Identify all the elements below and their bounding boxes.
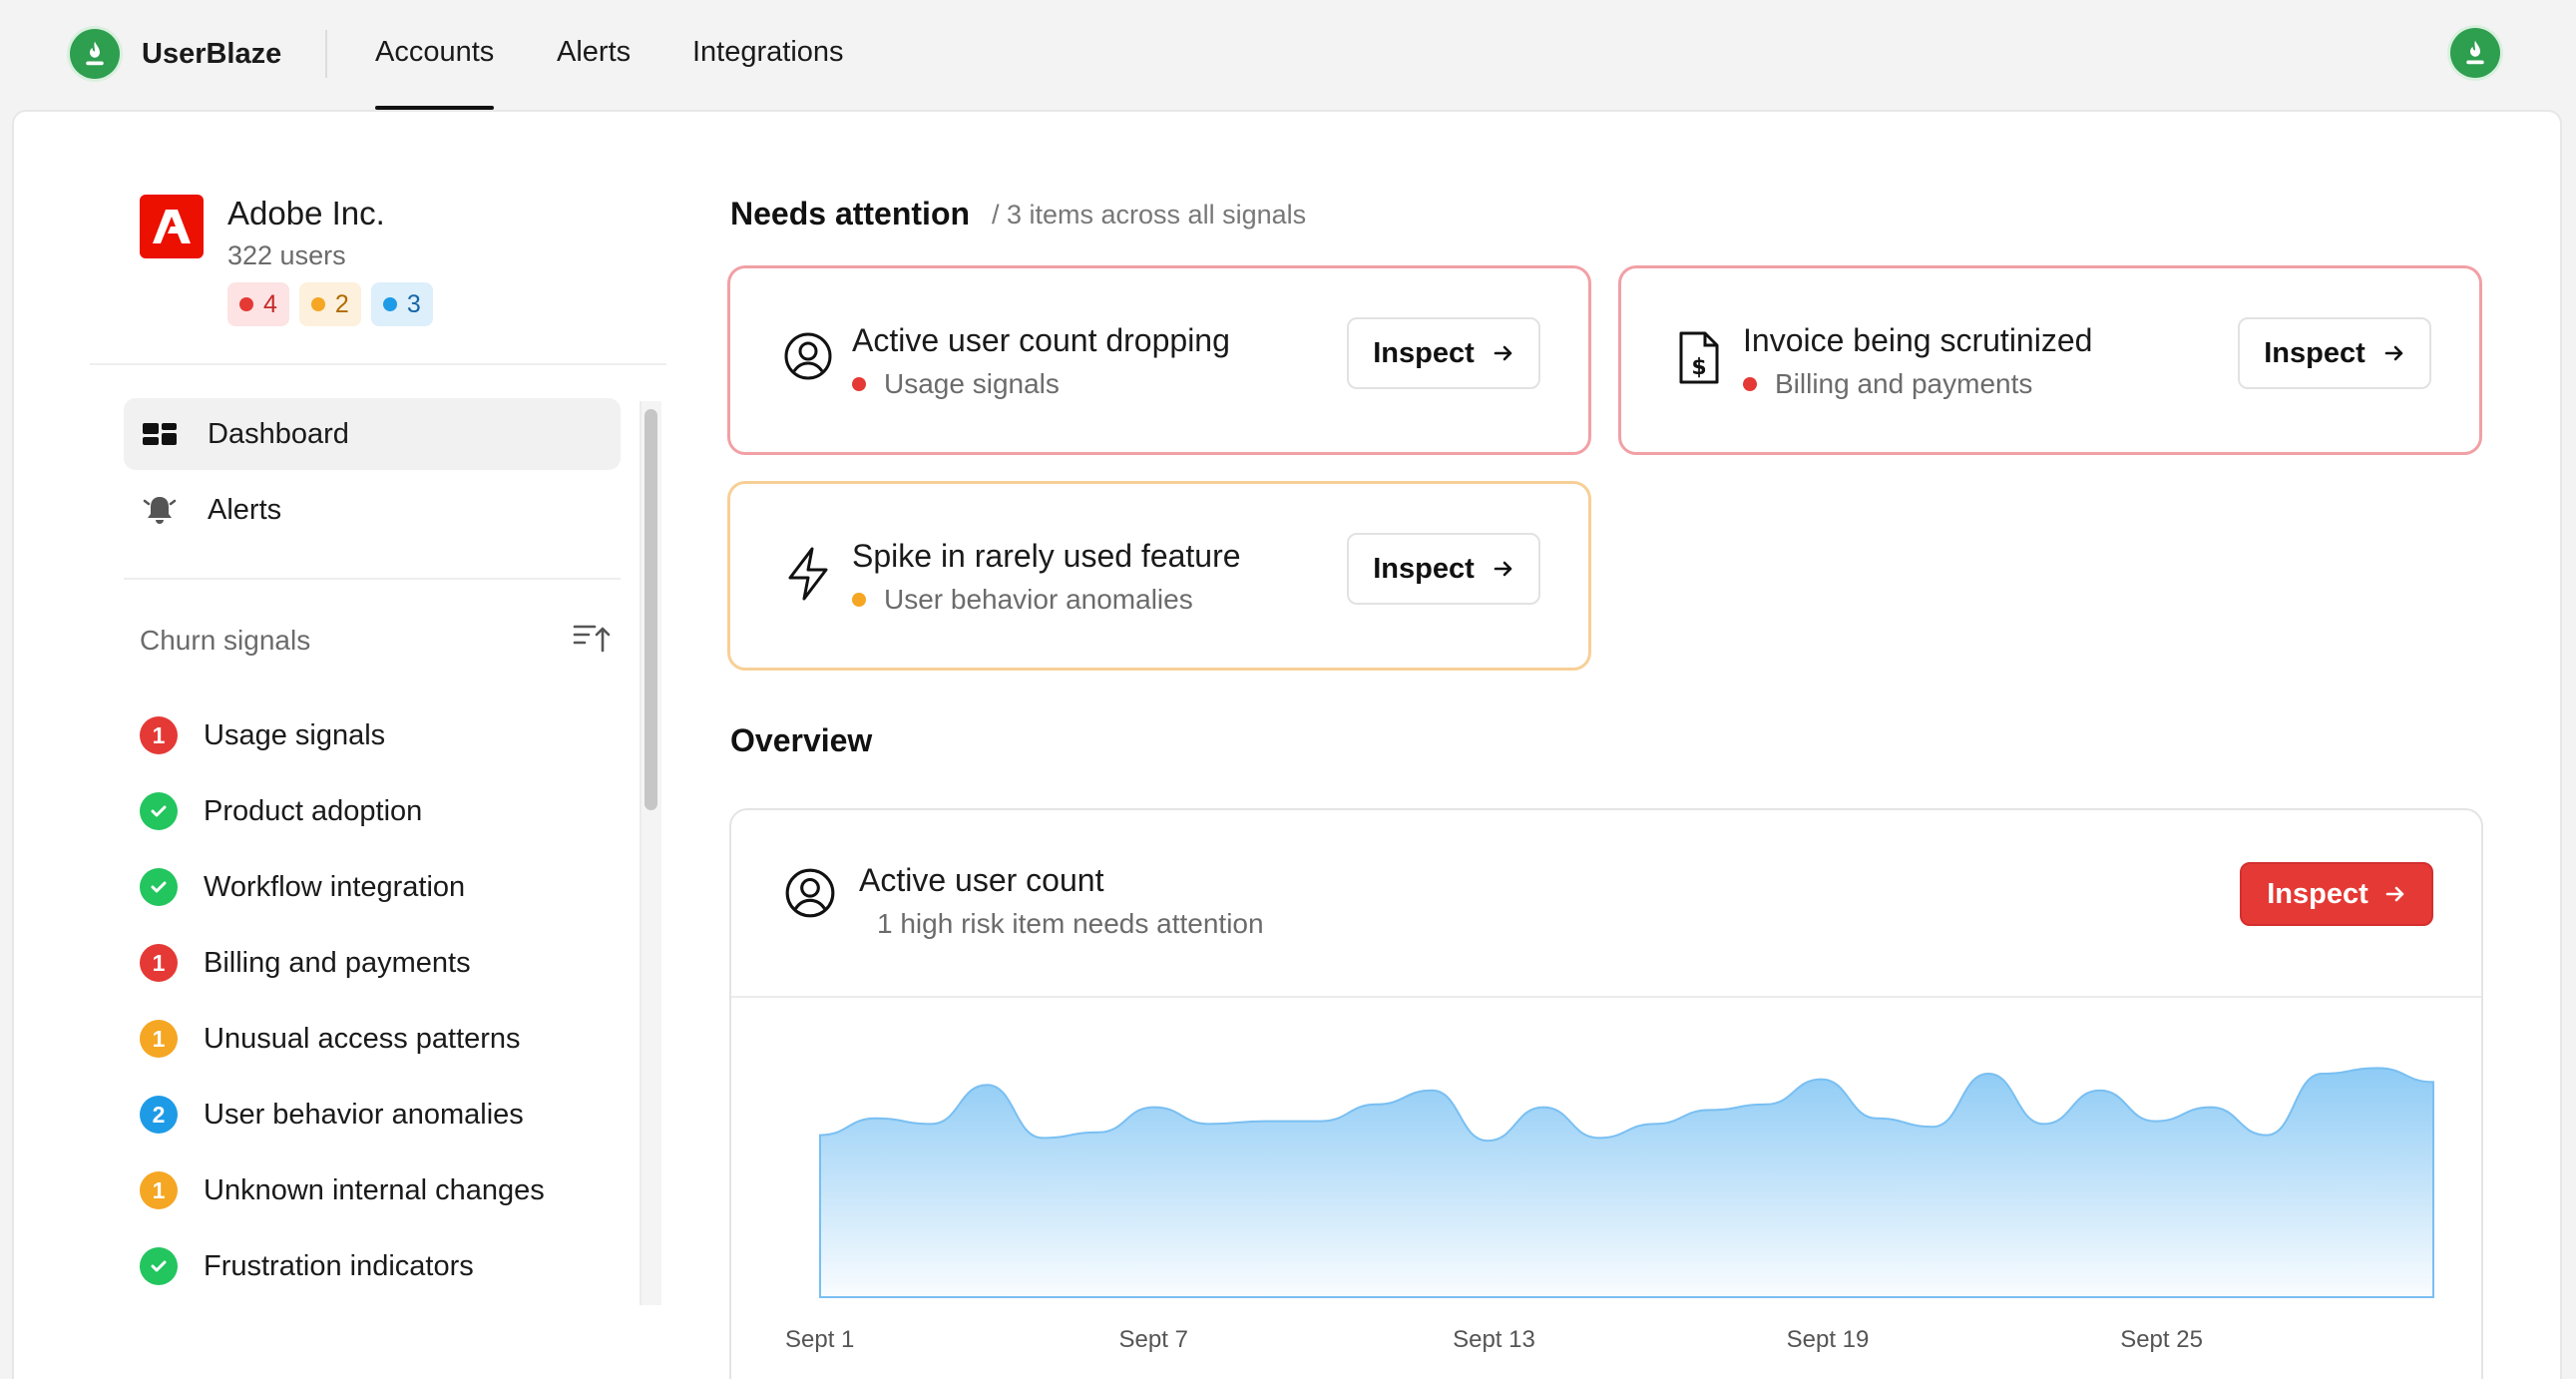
- nav-divider: [325, 30, 327, 78]
- svg-text:$: $: [1691, 355, 1706, 380]
- signal-product-adoption[interactable]: Product adoption: [140, 791, 422, 831]
- sidebar-scrollbar-thumb[interactable]: [644, 409, 657, 810]
- tab-accounts[interactable]: Accounts: [375, 36, 495, 110]
- card-title: Spike in rarely used feature: [852, 538, 1241, 574]
- signal-label: Product adoption: [204, 794, 423, 827]
- signal-label: Workflow integration: [204, 870, 466, 903]
- signal-label: Billing and payments: [204, 946, 471, 979]
- inspect-button[interactable]: Inspect: [1347, 317, 1540, 389]
- x-tick-label: Sept 7: [1119, 1326, 1188, 1353]
- card-category: User behavior anomalies: [852, 584, 1193, 616]
- signal-label: Usage signals: [204, 718, 386, 751]
- user-circle-icon: [783, 866, 837, 925]
- brand[interactable]: UserBlaze: [70, 28, 281, 80]
- active-user-chart: Sept 1 Sept 7 Sept 13 Sept 19 Sept 25: [785, 1067, 2434, 1353]
- inspect-button[interactable]: Inspect: [2240, 862, 2433, 926]
- signal-label: Unusual access patterns: [204, 1022, 521, 1055]
- card-category: Billing and payments: [1743, 368, 2032, 400]
- signal-user-behavior-anomalies[interactable]: 2 User behavior anomalies: [140, 1095, 524, 1135]
- account-user-count: 322 users: [227, 240, 346, 270]
- card-category: Usage signals: [852, 368, 1060, 400]
- signal-frustration-indicators[interactable]: Frustration indicators: [140, 1246, 474, 1286]
- overview-card-title: Active user count: [859, 862, 1104, 898]
- lightning-icon: [782, 546, 834, 607]
- inspect-button[interactable]: Inspect: [1347, 533, 1540, 605]
- flame-logo-icon: [70, 29, 120, 79]
- low-risk-badge: 3: [370, 282, 433, 326]
- severity-dot: [852, 593, 866, 607]
- account-name: Adobe Inc.: [227, 195, 385, 231]
- signal-label: Unknown internal changes: [204, 1173, 545, 1206]
- sidebar-item-alerts[interactable]: Alerts: [124, 474, 621, 546]
- tab-alerts[interactable]: Alerts: [557, 36, 631, 110]
- dashboard-icon: [140, 420, 180, 448]
- signal-workflow-integration[interactable]: Workflow integration: [140, 867, 465, 907]
- attention-card-active-user-count[interactable]: Active user count dropping Usage signals…: [727, 265, 1591, 455]
- overview-card-active-user-count: Active user count 1 high risk item needs…: [729, 808, 2483, 1379]
- signal-count-badge: 1: [140, 716, 178, 754]
- sidebar-divider: [124, 578, 621, 580]
- card-title: Invoice being scrutinized: [1743, 322, 2093, 358]
- signal-unknown-internal-changes[interactable]: 1 Unknown internal changes: [140, 1170, 545, 1210]
- user-avatar[interactable]: [2450, 28, 2500, 78]
- arrow-right-icon: [2385, 886, 2404, 902]
- tab-integrations[interactable]: Integrations: [692, 36, 844, 110]
- sidebar-item-label: Dashboard: [208, 417, 349, 450]
- signal-label: User behavior anomalies: [204, 1098, 524, 1131]
- signal-count-badge: 2: [140, 1096, 178, 1134]
- arrow-right-icon: [2384, 345, 2403, 361]
- arrow-right-icon: [1494, 561, 1512, 577]
- signal-count-badge: 1: [140, 1020, 178, 1058]
- check-circle-icon: [140, 1247, 178, 1285]
- sidebar-item-dashboard[interactable]: Dashboard: [124, 398, 621, 470]
- sidebar-divider: [90, 363, 666, 365]
- user-circle-icon: [782, 330, 834, 387]
- signal-billing-and-payments[interactable]: 1 Billing and payments: [140, 943, 471, 983]
- high-risk-badge: 4: [227, 282, 289, 326]
- churn-signals-heading: Churn signals: [140, 625, 311, 656]
- check-circle-icon: [140, 868, 178, 906]
- signal-usage-signals[interactable]: 1 Usage signals: [140, 715, 385, 755]
- x-tick-label: Sept 25: [2120, 1326, 2203, 1353]
- attention-card-invoice[interactable]: $ Invoice being scrutinized Billing and …: [1618, 265, 2482, 455]
- chart-area-series: [819, 1067, 2434, 1298]
- arrow-right-icon: [1494, 345, 1512, 361]
- check-circle-icon: [140, 792, 178, 830]
- app-name: UserBlaze: [142, 37, 282, 70]
- signal-label: Frustration indicators: [204, 1249, 474, 1282]
- x-tick-label: Sept 13: [1453, 1326, 1535, 1353]
- needs-attention-summary: / 3 items across all signals: [992, 200, 1307, 230]
- overview-card-subtitle: 1 high risk item needs attention: [877, 908, 1264, 939]
- x-tick-label: Sept 1: [785, 1326, 854, 1353]
- medium-risk-badge: 2: [298, 282, 361, 326]
- signal-count-badge: 1: [140, 944, 178, 982]
- chart-x-axis: Sept 1 Sept 7 Sept 13 Sept 19 Sept 25: [785, 1326, 2203, 1353]
- top-navigation: UserBlaze Accounts Alerts Integrations: [0, 0, 2576, 110]
- sidebar-item-label: Alerts: [208, 493, 282, 526]
- adobe-logo-icon: [140, 195, 204, 258]
- needs-attention-heading: Needs attention: [730, 196, 971, 231]
- overview-heading: Overview: [730, 722, 873, 758]
- attention-card-feature-spike[interactable]: Spike in rarely used feature User behavi…: [727, 481, 1591, 671]
- bell-icon: [140, 493, 180, 527]
- severity-dot: [1743, 377, 1757, 391]
- x-tick-label: Sept 19: [1787, 1326, 1870, 1353]
- signal-count-badge: 1: [140, 1171, 178, 1209]
- card-title: Active user count dropping: [852, 322, 1230, 358]
- alert-badges: 4 2 3: [227, 282, 433, 326]
- severity-dot: [852, 377, 866, 391]
- invoice-dollar-icon: $: [1673, 330, 1723, 391]
- sort-ascending-icon[interactable]: [573, 621, 611, 660]
- signal-unusual-access-patterns[interactable]: 1 Unusual access patterns: [140, 1019, 521, 1059]
- inspect-button[interactable]: Inspect: [2238, 317, 2431, 389]
